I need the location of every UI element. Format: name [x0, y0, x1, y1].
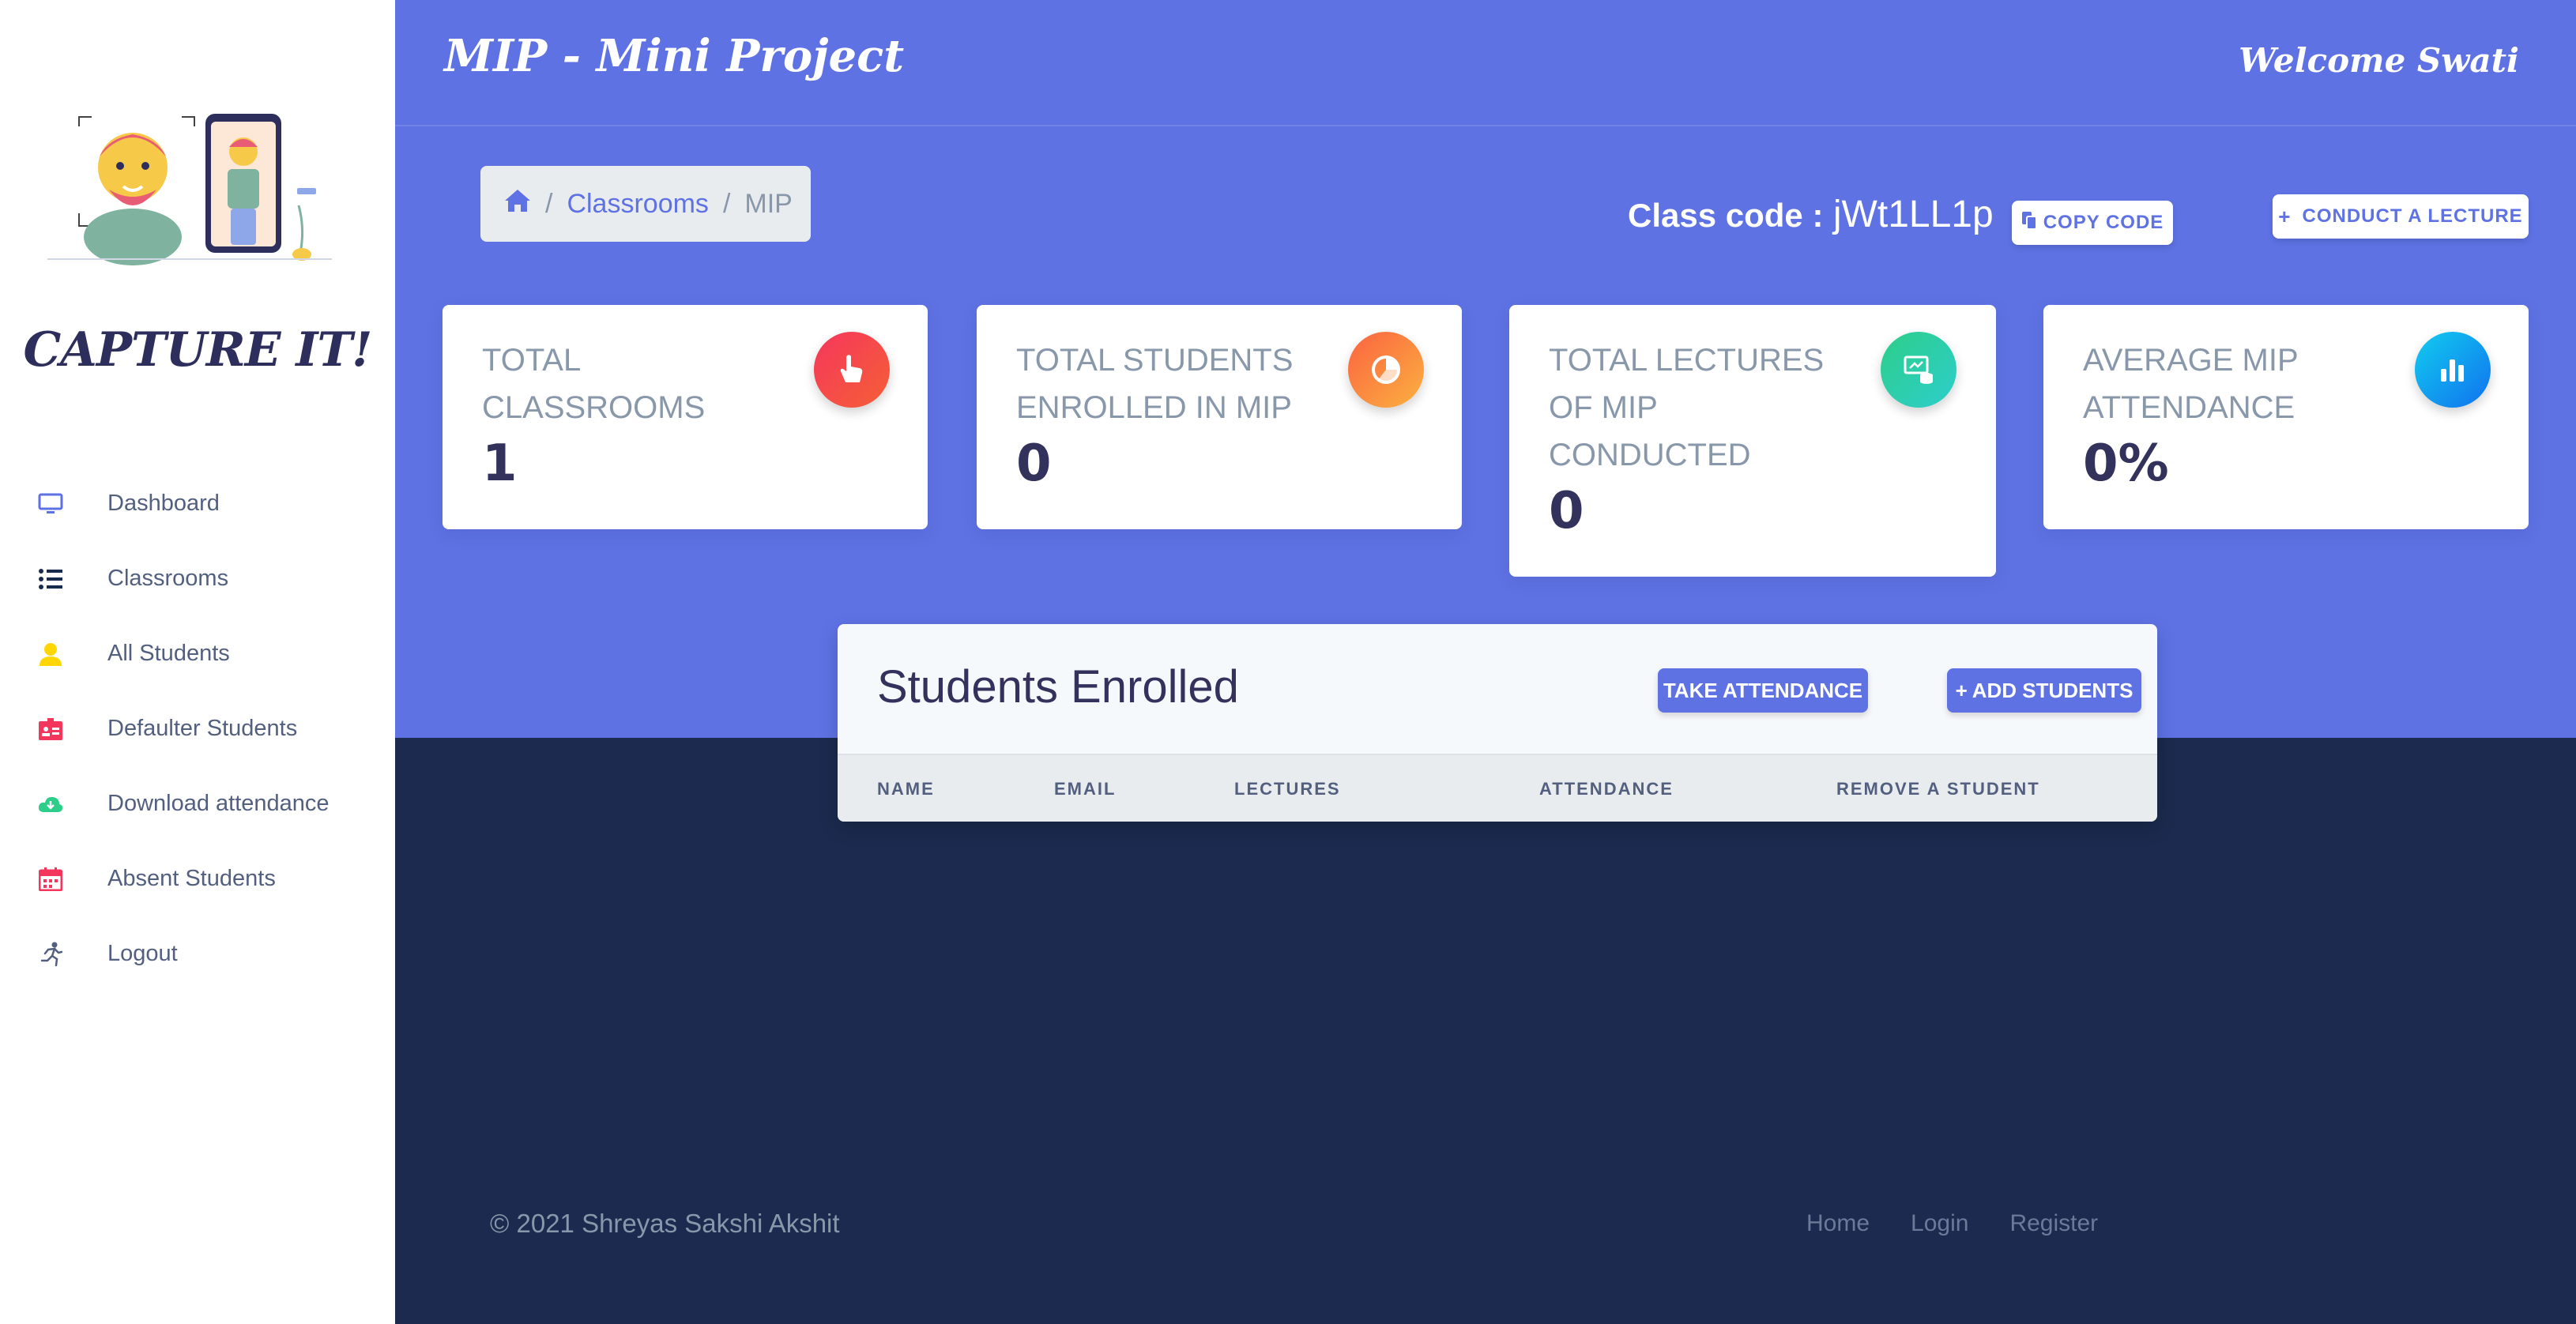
footer-link-home[interactable]: Home [1806, 1210, 1870, 1237]
id-card-icon [36, 715, 65, 743]
sidebar-item-label: Classrooms [107, 566, 229, 591]
panel-title: Students Enrolled [877, 661, 1239, 713]
stat-card-title: TOTAL LECTURES OF MIP CONDUCTED [1549, 343, 1825, 472]
home-icon[interactable] [504, 189, 531, 220]
pie-chart-icon [1348, 332, 1424, 408]
face-recognition-illustration [47, 114, 332, 265]
sidebar-item-label: Absent Students [107, 866, 276, 891]
copy-code-button[interactable]: COPY CODE [2012, 201, 2173, 245]
stat-card-title: TOTAL CLASSROOMS [482, 343, 706, 425]
stat-card-title: AVERAGE MIP ATTENDANCE [2083, 343, 2298, 425]
stat-card-value: 0% [2083, 434, 2169, 493]
sidebar-item-label: Dashboard [107, 491, 220, 516]
breadcrumb: / Classrooms / MIP [480, 166, 811, 242]
bar-chart-icon [2415, 332, 2491, 408]
welcome-user[interactable]: Welcome Swati [2239, 41, 2519, 80]
stat-card-average-attendance: AVERAGE MIP ATTENDANCE 0% [2043, 305, 2529, 529]
copy-icon [2021, 211, 2037, 235]
column-header-attendance: ATTENDANCE [1539, 779, 1674, 799]
stat-card-total-students: TOTAL STUDENTS ENROLLED IN MIP 0 [977, 305, 1462, 529]
class-code: Class code : jWt1LL1p [1628, 193, 1994, 236]
footer-link-login[interactable]: Login [1911, 1210, 1968, 1237]
monitor-icon [36, 490, 65, 518]
breadcrumb-current: MIP [744, 188, 793, 219]
plus-icon: + [2278, 204, 2292, 228]
sidebar-nav: Dashboard Classrooms All Students Defaul… [0, 466, 395, 991]
plus-icon: + [1955, 678, 1968, 702]
conduct-lecture-button[interactable]: + CONDUCT A LECTURE [2273, 194, 2529, 239]
hand-pointer-icon [814, 332, 890, 408]
conduct-lecture-label: CONDUCT A LECTURE [2302, 205, 2523, 227]
add-students-button[interactable]: + ADD STUDENTS [1947, 668, 2141, 713]
sidebar-item-all-students[interactable]: All Students [0, 616, 395, 691]
sidebar-item-download-attendance[interactable]: Download attendance [0, 766, 395, 841]
calendar-icon [36, 865, 65, 893]
sidebar-item-label: Download attendance [107, 791, 330, 816]
stat-card-value: 1 [482, 434, 518, 493]
sidebar-item-label: Logout [107, 941, 178, 966]
breadcrumb-classrooms-link[interactable]: Classrooms [567, 189, 708, 220]
presentation-icon [1881, 332, 1956, 408]
column-header-email: EMAIL [1054, 779, 1117, 799]
column-header-name: NAME [877, 779, 935, 799]
add-students-label: ADD STUDENTS [1972, 678, 2133, 702]
column-header-lectures: LECTURES [1234, 779, 1341, 799]
footer-link-register[interactable]: Register [2009, 1210, 2098, 1237]
class-code-label: Class code : [1628, 197, 1824, 234]
sidebar-item-label: Defaulter Students [107, 716, 298, 741]
top-navbar: MIP - Mini Project Welcome Swati [395, 0, 2576, 126]
main-content: MIP - Mini Project Welcome Swati / Class… [395, 0, 2576, 1324]
sidebar-item-classrooms[interactable]: Classrooms [0, 541, 395, 616]
copy-code-label: COPY CODE [2043, 212, 2164, 233]
cloud-download-icon [36, 790, 65, 818]
page-title: MIP - Mini Project [444, 30, 905, 82]
list-icon [36, 565, 65, 593]
stat-card-total-classrooms: TOTAL CLASSROOMS 1 [443, 305, 928, 529]
breadcrumb-separator: / [545, 188, 553, 219]
user-icon [36, 640, 65, 668]
breadcrumb-separator: / [722, 188, 731, 219]
take-attendance-button[interactable]: TAKE ATTENDANCE [1658, 668, 1868, 713]
stat-card-total-lectures: TOTAL LECTURES OF MIP CONDUCTED 0 [1509, 305, 1996, 577]
sidebar-item-absent-students[interactable]: Absent Students [0, 841, 395, 916]
column-header-remove-student: REMOVE A STUDENT [1836, 779, 2040, 799]
sidebar-item-defaulter-students[interactable]: Defaulter Students [0, 691, 395, 766]
table-header: NAME EMAIL LECTURES ATTENDANCE REMOVE A … [838, 754, 2157, 822]
stat-card-value: 0 [1016, 434, 1052, 493]
stat-card-value: 0 [1549, 482, 1584, 540]
sidebar-item-logout[interactable]: Logout [0, 916, 395, 991]
footer-copyright: © 2021 Shreyas Sakshi Akshit [490, 1209, 840, 1238]
running-person-icon [36, 940, 65, 969]
footer-links: Home Login Register [1806, 1210, 2139, 1237]
students-enrolled-panel: Students Enrolled TAKE ATTENDANCE + ADD … [838, 624, 2157, 822]
stat-card-title: TOTAL STUDENTS ENROLLED IN MIP [1016, 343, 1294, 425]
sidebar-item-label: All Students [107, 641, 230, 666]
sidebar: CAPTURE IT! Dashboard Classrooms All Stu… [0, 0, 395, 1324]
class-code-value: jWt1LL1p [1832, 194, 1994, 235]
brand-logo-text: CAPTURE IT! [23, 322, 373, 378]
sidebar-item-dashboard[interactable]: Dashboard [0, 466, 395, 541]
